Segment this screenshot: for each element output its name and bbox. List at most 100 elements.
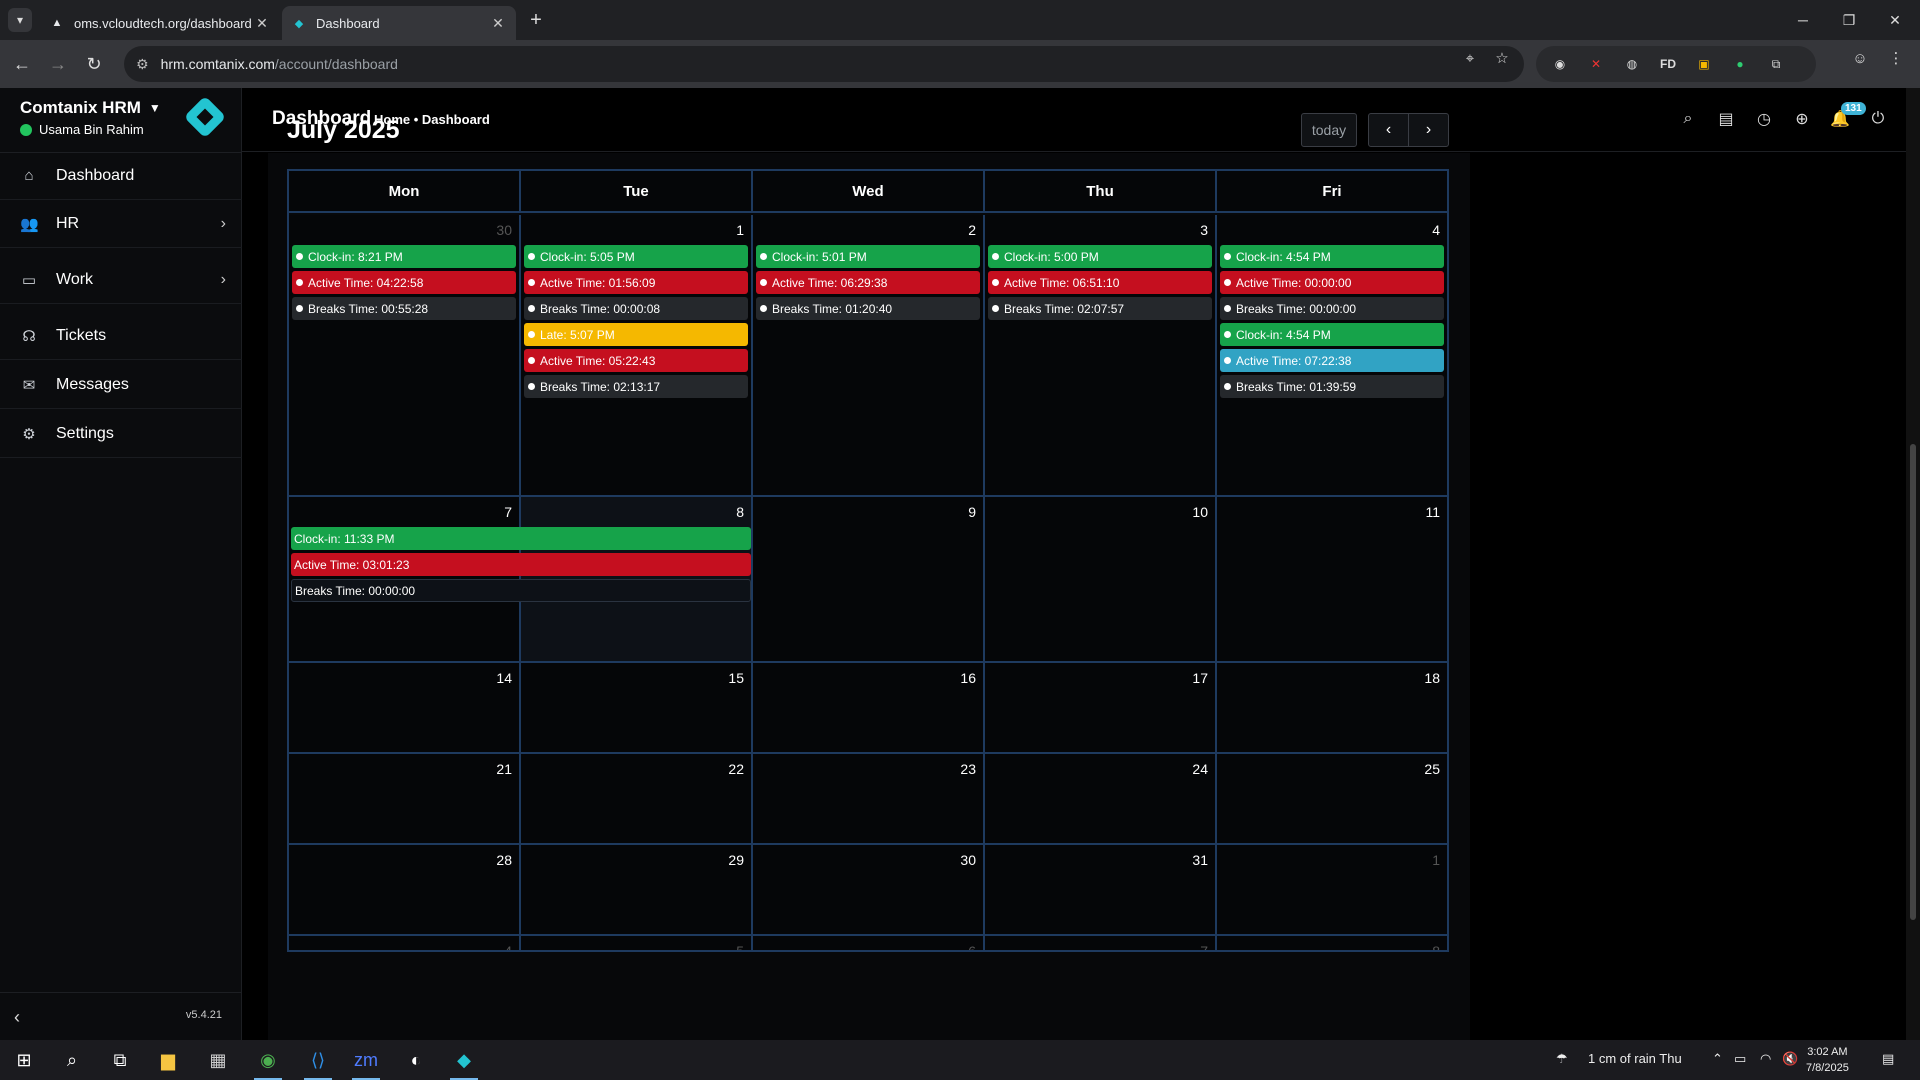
day-number[interactable]: 21: [496, 761, 512, 777]
tab-search-chevron-icon[interactable]: ▾: [8, 8, 32, 32]
file-explorer-icon[interactable]: ▆: [144, 1040, 192, 1080]
day-cell[interactable]: 2 Clock-in: 5:01 PM Active Time: 06:29:38 B…: [753, 215, 985, 497]
sidebar-item-messages[interactable]: ✉ Messages: [0, 361, 242, 409]
day-number[interactable]: 10: [1192, 504, 1208, 520]
day-cell[interactable]: 17: [985, 663, 1217, 754]
calendar-event[interactable]: Breaks Time: 00:55:28: [292, 297, 516, 320]
day-number[interactable]: 17: [1192, 670, 1208, 686]
sidebar-item-dashboard[interactable]: ⌂ Dashboard: [0, 152, 242, 200]
day-number[interactable]: 16: [960, 670, 976, 686]
day-number[interactable]: 6: [968, 943, 976, 950]
close-icon[interactable]: ✕: [490, 15, 506, 32]
day-cell[interactable]: 7: [985, 936, 1217, 950]
day-number[interactable]: 22: [728, 761, 744, 777]
spanning-calendar-event[interactable]: Active Time: 03:01:23: [291, 553, 751, 576]
comtanix-app-icon[interactable]: ◆: [440, 1040, 488, 1080]
calendar-event[interactable]: Clock-in: 4:54 PM: [1220, 323, 1444, 346]
spanning-calendar-event[interactable]: Clock-in: 11:33 PM: [291, 527, 751, 550]
tray-chevron-up-icon[interactable]: ⌃: [1712, 1051, 1723, 1067]
day-number[interactable]: 28: [496, 852, 512, 868]
search-icon[interactable]: ⌕: [1677, 108, 1699, 130]
wifi-icon[interactable]: ◠: [1760, 1051, 1771, 1067]
calendar-event[interactable]: Clock-in: 5:01 PM: [756, 245, 980, 268]
day-number[interactable]: 4: [504, 943, 512, 950]
profile-avatar-icon[interactable]: ☺: [1850, 48, 1870, 68]
address-bar[interactable]: ⚙ hrm.comtanix.com/account/dashboard: [124, 46, 1524, 82]
day-number[interactable]: 2: [968, 222, 976, 238]
calendar-event[interactable]: Breaks Time: 02:07:57: [988, 297, 1212, 320]
calendar-event[interactable]: Active Time: 07:22:38: [1220, 349, 1444, 372]
minimize-icon[interactable]: ─: [1780, 0, 1826, 40]
weather-icon[interactable]: ☂: [1556, 1051, 1568, 1067]
windows-start-icon[interactable]: ⊞: [0, 1040, 48, 1080]
notification-center-icon[interactable]: ▤: [1882, 1051, 1894, 1067]
day-number[interactable]: 29: [728, 852, 744, 868]
reload-icon[interactable]: ↻: [82, 52, 106, 76]
close-icon[interactable]: ✕: [254, 15, 270, 32]
app-icon[interactable]: ◐: [392, 1040, 440, 1080]
day-cell[interactable]: 6: [753, 936, 985, 950]
day-cell[interactable]: 5: [521, 936, 753, 950]
day-number[interactable]: 3: [1200, 222, 1208, 238]
day-number[interactable]: 18: [1424, 670, 1440, 686]
day-number[interactable]: 23: [960, 761, 976, 777]
day-number[interactable]: 15: [728, 670, 744, 686]
day-cell[interactable]: 25: [1217, 754, 1447, 845]
sidebar-item-settings[interactable]: ⚙ Settings: [0, 410, 242, 458]
day-number[interactable]: 14: [496, 670, 512, 686]
day-cell[interactable]: 23: [753, 754, 985, 845]
day-cell[interactable]: 1 Clock-in: 5:05 PM Active Time: 01:56:09 B…: [521, 215, 753, 497]
new-tab-plus-icon[interactable]: +: [524, 8, 548, 32]
extension-badge-icon[interactable]: ▣: [1694, 54, 1714, 74]
day-number[interactable]: 7: [1200, 943, 1208, 950]
notes-icon[interactable]: ▤: [1715, 108, 1737, 130]
day-cell[interactable]: 28: [289, 845, 521, 936]
day-cell[interactable]: 3 Clock-in: 5:00 PM Active Time: 06:51:10 B…: [985, 215, 1217, 497]
calendar-event[interactable]: Active Time: 01:56:09: [524, 271, 748, 294]
bookmark-star-icon[interactable]: ☆: [1492, 48, 1512, 68]
power-icon[interactable]: ⏻: [1867, 108, 1889, 130]
clock-icon[interactable]: ◷: [1753, 108, 1775, 130]
fd-extension-icon[interactable]: FD: [1658, 54, 1678, 74]
day-cell[interactable]: 11: [1217, 497, 1447, 663]
day-cell[interactable]: 10: [985, 497, 1217, 663]
extension-x-icon[interactable]: ✕: [1586, 54, 1606, 74]
green-extension-icon[interactable]: ●: [1730, 54, 1750, 74]
day-number[interactable]: 25: [1424, 761, 1440, 777]
day-number[interactable]: 11: [1425, 504, 1440, 520]
page-scrollbar[interactable]: [1906, 88, 1920, 1040]
collapse-sidebar-icon[interactable]: ‹: [14, 1007, 20, 1028]
calendar-event[interactable]: Late: 5:07 PM: [524, 323, 748, 346]
add-circle-icon[interactable]: ⊕: [1791, 108, 1813, 130]
volume-muted-icon[interactable]: 🔇: [1782, 1051, 1798, 1067]
day-cell[interactable]: 30 Clock-in: 8:21 PM Active Time: 04:22:58…: [289, 215, 521, 497]
globe-icon[interactable]: ◍: [1622, 54, 1642, 74]
day-number[interactable]: 1: [1432, 852, 1440, 868]
calendar-event[interactable]: Active Time: 06:51:10: [988, 271, 1212, 294]
calendar-event[interactable]: Clock-in: 8:21 PM: [292, 245, 516, 268]
day-cell[interactable]: 22: [521, 754, 753, 845]
sidebar-item-work[interactable]: ▭ Work ›: [0, 256, 242, 304]
window-close-icon[interactable]: ✕: [1872, 0, 1918, 40]
day-cell[interactable]: 29: [521, 845, 753, 936]
day-number[interactable]: 8: [736, 504, 744, 520]
browser-tab[interactable]: ▲ oms.vcloudtech.org/dashboard ✕: [40, 6, 280, 40]
calendar-event[interactable]: Active Time: 00:00:00: [1220, 271, 1444, 294]
task-view-icon[interactable]: ⧉: [96, 1040, 144, 1080]
calendar-event[interactable]: Breaks Time: 01:39:59: [1220, 375, 1444, 398]
scrollbar-thumb[interactable]: [1910, 444, 1916, 920]
back-arrow-icon[interactable]: ←: [10, 52, 34, 76]
day-cell[interactable]: 8: [1217, 936, 1447, 950]
day-cell[interactable]: 16: [753, 663, 985, 754]
day-cell[interactable]: 30: [753, 845, 985, 936]
store-icon[interactable]: ▦: [194, 1040, 242, 1080]
day-number[interactable]: 30: [960, 852, 976, 868]
day-number[interactable]: 30: [496, 222, 512, 238]
next-month-chevron-right-icon[interactable]: ›: [1408, 113, 1449, 147]
day-cell[interactable]: 21: [289, 754, 521, 845]
day-number[interactable]: 24: [1192, 761, 1208, 777]
day-cell[interactable]: 1: [1217, 845, 1447, 936]
day-number[interactable]: 5: [736, 943, 744, 950]
calendar-event[interactable]: Breaks Time: 01:20:40: [756, 297, 980, 320]
day-number[interactable]: 31: [1192, 852, 1208, 868]
